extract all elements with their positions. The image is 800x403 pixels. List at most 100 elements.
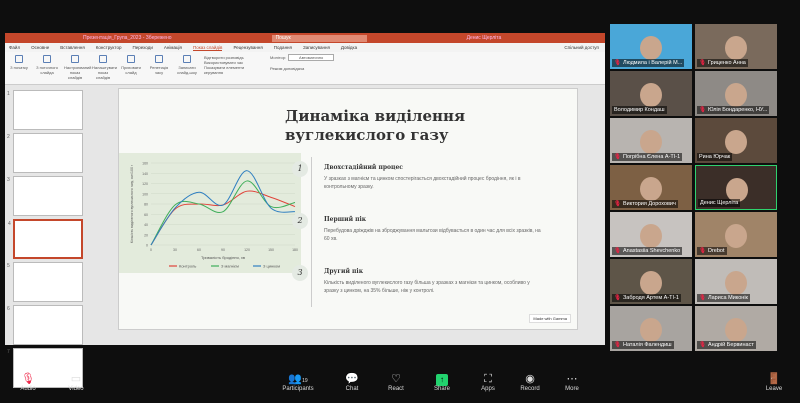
monitor-select[interactable]: Автоматично — [288, 54, 335, 61]
muted-mic-icon: 🎙 — [699, 295, 706, 301]
tab-10[interactable]: Довідка — [341, 45, 357, 50]
audio-button[interactable]: 🎙 Audio — [8, 372, 48, 392]
leave-icon: 🚪 — [767, 373, 781, 385]
x-tick-label: 30 — [173, 248, 177, 252]
y-tick-label: 140 — [142, 172, 148, 176]
participant-name: Юлія Бондаренко, НУ... — [707, 107, 768, 113]
step-title: Перший пік — [324, 216, 367, 223]
timeline-step: 2 Перший пік Перебудова дріжджів на збродж… — [292, 213, 544, 243]
participant-tile[interactable]: 🎙 Погрібна Єлена А-ТІ-1 — [610, 118, 692, 163]
ribbon: З початку З поточного слайда Настроюваний … — [5, 52, 605, 85]
chat-icon: 💬 — [345, 373, 359, 385]
participant-tile[interactable]: 🎙 Drebot — [695, 212, 777, 257]
made-with-gamma-badge[interactable]: Made with Gamma — [529, 314, 571, 323]
participant-video — [725, 318, 747, 342]
record-button[interactable]: ◉ Record — [510, 372, 550, 392]
participant-name: Наталія Фалендиш — [622, 342, 672, 348]
tab-1[interactable]: Основне — [31, 45, 49, 50]
x-tick-label: 60 — [197, 248, 201, 252]
tab-6[interactable]: Показ слайдів — [192, 45, 223, 51]
muted-mic-icon: 🎙 — [699, 60, 706, 66]
ribbon-button[interactable]: З початку — [8, 55, 30, 81]
step-number: 2 — [292, 213, 308, 229]
participant-tile[interactable]: 🎙 Виктория Дорохович — [610, 165, 692, 210]
participant-tile[interactable]: 🎙 Лариса Миконік — [695, 259, 777, 304]
timeline-step: 1 Двохстадійний процес У зразках з магнієм… — [292, 161, 544, 191]
participant-video — [640, 83, 662, 107]
presenter-view-checkbox[interactable]: Режим доповідача — [270, 66, 334, 71]
slide-thumbnail[interactable]: 1 — [7, 90, 83, 130]
ribbon-button[interactable]: Налаштувати показ слайдів — [92, 55, 117, 81]
muted-mic-icon: 🎙 — [699, 248, 706, 254]
participants-button[interactable]: 👥19 Participants — [278, 372, 318, 392]
apps-button[interactable]: ⛶ Apps — [468, 372, 508, 392]
tab-9[interactable]: Записування — [303, 45, 330, 50]
share-button[interactable]: Спільний доступ — [564, 45, 599, 50]
slide-thumbnails: 1234567 — [5, 86, 90, 388]
line-chart: 0 20 40 60 80 100 120 140 160 0 30 60 90 120 150 180 Три… — [130, 162, 298, 269]
search-box[interactable]: Пошук — [271, 34, 367, 42]
step-text: Перебудова дріжджів на зброджування маль… — [324, 228, 541, 242]
x-tick-label: 150 — [268, 248, 274, 252]
user-name: Денис Щерліта — [466, 35, 502, 41]
slide-thumbnail[interactable]: 2 — [7, 133, 83, 173]
participant-tile[interactable]: 🎙 Юлія Бондаренко, НУ... — [695, 71, 777, 116]
tab-7[interactable]: Рецензування — [233, 45, 262, 50]
title-bar: Презентація_Група_2023 - Збережено Пошук… — [5, 33, 605, 43]
slide-title: Динаміка виділення вуглекислого газу — [285, 107, 466, 144]
participant-tile[interactable]: Денис Щерліта — [695, 165, 777, 210]
slide-thumbnail[interactable]: 5 — [7, 262, 83, 302]
document-title: Презентація_Група_2023 - Збережено — [83, 35, 172, 41]
step-number: 1 — [292, 161, 308, 177]
checkbox[interactable]: Показувати елементи керування — [204, 65, 264, 75]
ribbon-button[interactable]: З поточного слайда — [36, 55, 58, 81]
tab-3[interactable]: Конструктор — [96, 45, 122, 50]
chat-button[interactable]: 💬 Chat — [332, 372, 372, 392]
muted-mic-icon: 🎙 — [699, 107, 706, 113]
ribbon-button[interactable]: Записати слайд-шоу — [176, 55, 198, 81]
ribbon-icon — [99, 55, 107, 63]
participant-tile[interactable]: 🎙 Забродя Артем А-ТІ-1 — [610, 259, 692, 304]
tab-2[interactable]: Вставлення — [60, 45, 85, 50]
tab-0[interactable]: Файл — [9, 45, 20, 50]
participant-tile[interactable]: 🎙 Андрій Бервинаст — [695, 306, 777, 351]
tab-5[interactable]: Анімація — [164, 45, 182, 50]
ribbon-tabs: Файл Основне Вставлення Конструктор Переходи… — [5, 43, 605, 52]
ribbon-button[interactable]: Приховати слайд — [120, 55, 142, 81]
y-tick-label: 20 — [144, 233, 148, 237]
tab-8[interactable]: Подання — [274, 45, 292, 50]
y-axis-label: Кількість виділеного вуглекислого газу, … — [130, 164, 134, 243]
more-icon: ⋯ — [566, 373, 578, 385]
participant-name: Денис Щерліта — [700, 200, 739, 206]
participant-name: Погрібна Єлена А-ТІ-1 — [622, 154, 681, 160]
step-text: У зразках з магнієм та цинком спостеріга… — [324, 176, 521, 190]
ribbon-button[interactable]: Настроюваний показ слайдів — [64, 55, 91, 81]
ribbon-button[interactable]: Репетиція часу — [148, 55, 170, 81]
x-tick-label: 0 — [150, 248, 152, 252]
participant-video — [725, 36, 747, 60]
participant-video — [640, 224, 662, 248]
ribbon-icon — [183, 55, 191, 63]
participant-tile[interactable]: Рина Юрчак — [695, 118, 777, 163]
step-title: Другий пік — [324, 268, 364, 275]
slide-thumbnail[interactable]: 3 — [7, 176, 83, 216]
participant-video — [640, 318, 662, 342]
react-button[interactable]: ♡ React — [376, 372, 416, 392]
participant-tile[interactable]: Володимир Кондаш — [610, 71, 692, 116]
powerpoint-window: Презентація_Група_2023 - Збережено Пошук… — [5, 33, 605, 388]
participant-tile[interactable]: 🎙 Гриценко Анна — [695, 24, 777, 69]
participant-tile[interactable]: 🎙 Anastasiia Shevchenko — [610, 212, 692, 257]
step-text: Кількість виділеного вуглекислого газу б… — [324, 280, 530, 294]
slide-thumbnail[interactable]: 4 — [8, 219, 83, 259]
slide-thumbnail[interactable]: 6 — [7, 305, 83, 345]
participant-video — [640, 36, 662, 60]
participant-tile[interactable]: 🎙 Людмила і Валерій М... — [610, 24, 692, 69]
tab-4[interactable]: Переходи — [132, 45, 152, 50]
y-tick-label: 0 — [146, 244, 148, 248]
participant-tile[interactable]: 🎙 Наталія Фалендиш — [610, 306, 692, 351]
leave-button[interactable]: 🚪 Leave — [754, 372, 794, 392]
share-button[interactable]: ↑ Share — [422, 372, 462, 392]
more-button[interactable]: ⋯ More — [552, 372, 592, 392]
video-button[interactable]: ▭ Video — [56, 372, 96, 392]
camera-icon: ▭ — [70, 373, 82, 385]
